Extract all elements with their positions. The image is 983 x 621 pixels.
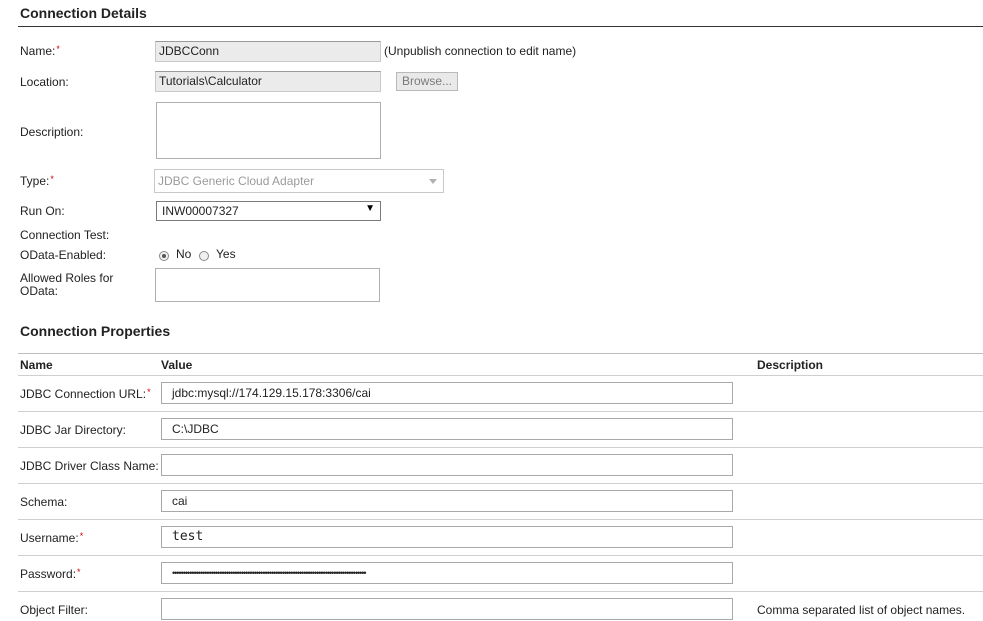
- connection-properties-title: Connection Properties: [20, 323, 171, 339]
- description-label: Description:: [20, 125, 84, 139]
- table-header-top-border: [18, 353, 983, 354]
- required-marker: *: [50, 174, 54, 184]
- password-label: Password:*: [20, 567, 81, 581]
- row-divider: [18, 447, 983, 448]
- dropdown-arrow-icon: ▼: [365, 203, 375, 214]
- odata-enabled-label: OData-Enabled:: [20, 248, 107, 262]
- object-filter-description: Comma separated list of object names.: [757, 603, 966, 617]
- connection-test-label: Connection Test:: [20, 228, 110, 242]
- object-filter-label: Object Filter:: [20, 603, 89, 617]
- password-input[interactable]: ••••••••••••••••••••••••••••••••••••••••…: [161, 562, 733, 584]
- jdbc-driver-class-name-label: JDBC Driver Class Name:: [20, 459, 159, 473]
- required-marker: *: [56, 44, 60, 54]
- jdbc-driver-class-name-input[interactable]: [161, 454, 733, 476]
- column-header-description: Description: [757, 358, 824, 372]
- run-on-label: Run On:: [20, 204, 65, 218]
- type-combobox[interactable]: JDBC Generic Cloud Adapter: [154, 169, 444, 193]
- odata-yes-label: Yes: [216, 247, 236, 261]
- row-divider: [18, 483, 983, 484]
- allowed-roles-label: Allowed Roles for OData:: [20, 271, 114, 298]
- allowed-roles-field[interactable]: [155, 268, 380, 302]
- run-on-value: INW00007327: [162, 204, 239, 218]
- description-textarea[interactable]: [156, 102, 381, 159]
- required-marker: *: [77, 567, 81, 577]
- column-header-name: Name: [20, 358, 53, 372]
- type-label: Type:*: [20, 174, 54, 188]
- type-value: JDBC Generic Cloud Adapter: [158, 174, 315, 188]
- object-filter-input[interactable]: [161, 598, 733, 620]
- location-label: Location:: [20, 75, 69, 89]
- required-marker: *: [79, 531, 84, 541]
- username-input[interactable]: test: [161, 526, 733, 548]
- odata-yes-radio[interactable]: [199, 251, 209, 261]
- column-header-value: Value: [161, 358, 193, 372]
- row-divider: [18, 591, 983, 592]
- row-divider: [18, 555, 983, 556]
- schema-input[interactable]: cai: [161, 490, 733, 512]
- name-edit-note: (Unpublish connection to edit name): [384, 44, 577, 58]
- browse-button[interactable]: Browse...: [396, 72, 458, 91]
- jdbc-connection-url-input[interactable]: jdbc:mysql://174.129.15.178:3306/cai: [161, 382, 733, 404]
- jdbc-jar-directory-input[interactable]: C:\JDBC: [161, 418, 733, 440]
- name-label: Name:*: [20, 44, 60, 58]
- required-marker: *: [147, 387, 151, 397]
- row-divider: [18, 519, 983, 520]
- row-divider: [18, 411, 983, 412]
- odata-no-radio[interactable]: [159, 251, 169, 261]
- section-divider: [18, 26, 983, 27]
- jdbc-jar-directory-label: JDBC Jar Directory:: [20, 423, 127, 437]
- connection-details-title: Connection Details: [20, 5, 147, 21]
- odata-no-label: No: [176, 247, 192, 261]
- row-divider: [18, 375, 983, 376]
- username-label: Username:*: [20, 531, 84, 545]
- name-field: JDBCConn: [155, 41, 381, 62]
- chevron-down-icon: [429, 179, 437, 184]
- schema-label: Schema:: [20, 495, 68, 509]
- location-field: Tutorials\Calculator: [155, 71, 381, 92]
- run-on-select[interactable]: INW00007327 ▼: [156, 201, 381, 221]
- jdbc-connection-url-label: JDBC Connection URL:*: [20, 387, 151, 401]
